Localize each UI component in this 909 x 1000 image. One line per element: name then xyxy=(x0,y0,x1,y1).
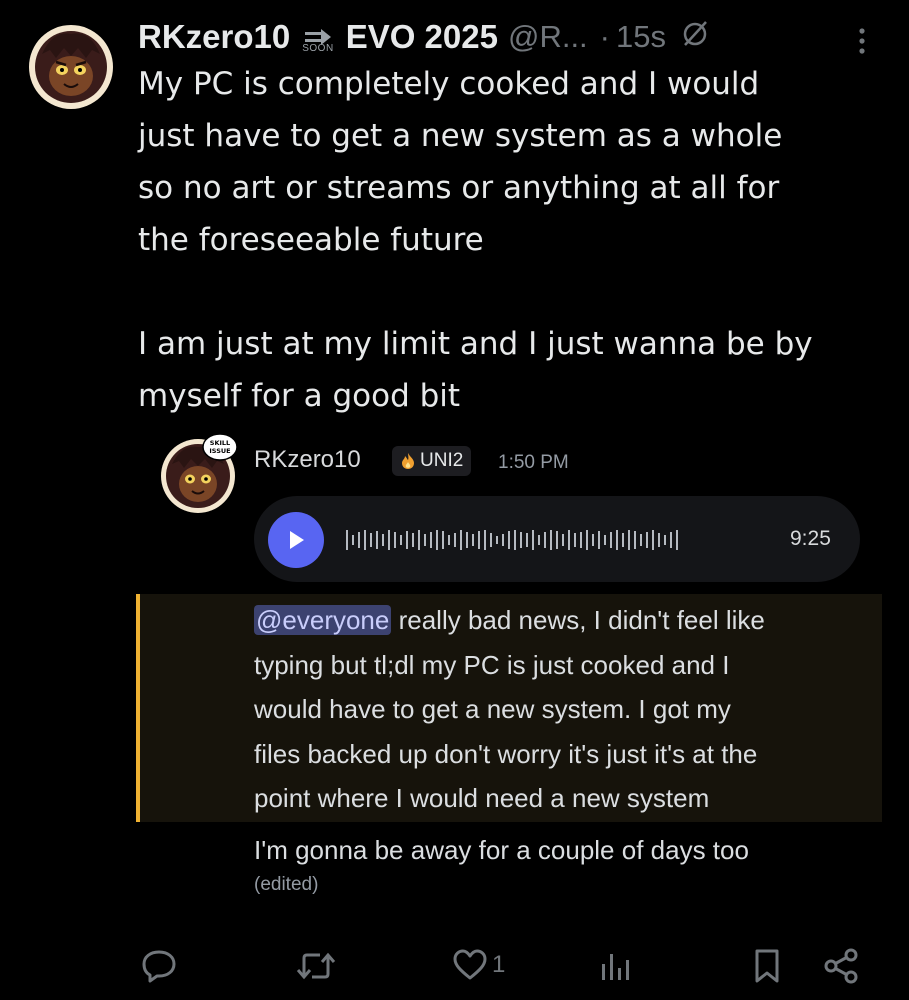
soon-badge: SOON xyxy=(302,28,334,54)
event-name[interactable]: EVO 2025 xyxy=(346,18,498,56)
avatar[interactable] xyxy=(28,24,114,110)
reply-button[interactable] xyxy=(140,948,178,984)
skill-issue-badge: SKILL ISSUE xyxy=(202,432,238,466)
views-icon xyxy=(602,954,629,980)
mention-highlight-bar xyxy=(136,594,140,822)
display-name[interactable]: RKzero10 xyxy=(138,18,290,56)
server-tag: UNI2 xyxy=(392,446,472,476)
svg-text:SKILL: SKILL xyxy=(210,439,230,447)
soon-label: SOON xyxy=(302,42,334,54)
embed-username: RKzero10 xyxy=(254,446,361,473)
voice-duration: 9:25 xyxy=(790,527,831,550)
share-button[interactable] xyxy=(822,948,860,984)
fire-icon xyxy=(402,453,414,469)
embed-message: @everyone really bad news, I didn't feel… xyxy=(254,598,874,821)
unavailable-icon xyxy=(680,18,710,56)
share-icon xyxy=(824,948,858,984)
more-icon[interactable] xyxy=(852,26,872,60)
timestamp[interactable]: 15s xyxy=(616,19,666,55)
server-tag-label: UNI2 xyxy=(420,450,464,471)
retweet-button[interactable] xyxy=(296,948,336,984)
message-rest: typing but tl;dl my PC is just cooked an… xyxy=(254,649,758,814)
user-handle[interactable]: @R... xyxy=(508,19,588,55)
views-button[interactable] xyxy=(598,948,632,982)
waveform[interactable] xyxy=(346,526,678,554)
bookmark-button[interactable] xyxy=(752,948,782,984)
mention-everyone[interactable]: @everyone xyxy=(254,605,392,635)
svg-text:ISSUE: ISSUE xyxy=(209,447,230,455)
play-icon xyxy=(290,531,304,549)
embed-time: 1:50 PM xyxy=(498,452,569,473)
bookmark-icon xyxy=(755,949,779,983)
edited-label: (edited) xyxy=(254,874,319,895)
embed-message-2: I'm gonna be away for a couple of days t… xyxy=(254,835,749,865)
tweet-header: RKzero10 SOON EVO 2025 @R... · 15s xyxy=(138,14,710,60)
like-count: 1 xyxy=(492,951,506,978)
like-icon xyxy=(453,949,487,980)
like-button[interactable]: 1 xyxy=(452,948,505,982)
tweet-text: My PC is completely cooked and I would j… xyxy=(138,66,813,414)
retweet-icon xyxy=(296,952,336,980)
reply-icon xyxy=(142,950,176,983)
separator: · xyxy=(599,19,610,54)
message-line1-rest: really bad news, I didn't feel like xyxy=(391,605,765,635)
play-button[interactable] xyxy=(268,512,324,568)
